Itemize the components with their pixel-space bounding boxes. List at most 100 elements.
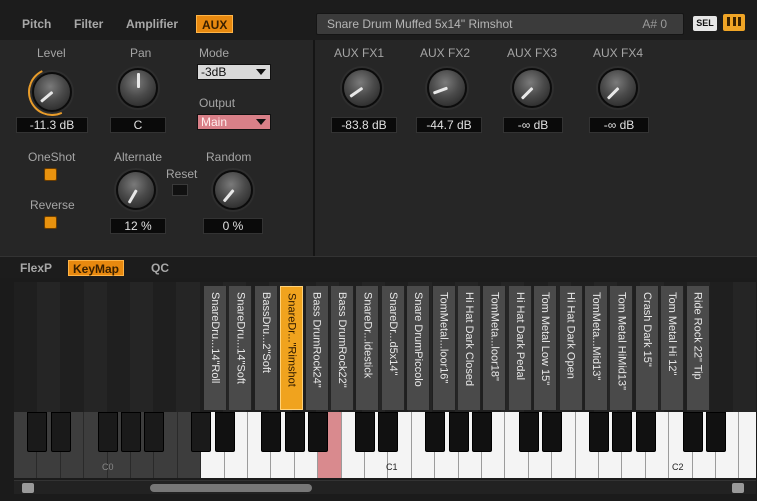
- keymap-sample[interactable]: SnareDr...idestick: [356, 286, 380, 410]
- aux-fx1-label: AUX FX1: [334, 46, 385, 60]
- keymap-sample[interactable]: Snare DrumPiccolo: [407, 286, 431, 410]
- black-key[interactable]: [448, 412, 469, 452]
- aux-fx2-value[interactable]: -44.7 dB: [416, 117, 482, 133]
- keymap-sample[interactable]: TomMeta...Mid13": [585, 286, 608, 410]
- keymap-sample[interactable]: Tom Metal Low 15": [534, 286, 558, 410]
- random-knob[interactable]: [213, 170, 253, 210]
- black-key[interactable]: [589, 412, 609, 452]
- aux-fx3-knob[interactable]: [512, 68, 552, 108]
- black-key[interactable]: [472, 412, 492, 452]
- black-key[interactable]: [50, 412, 71, 452]
- key-lane: [106, 282, 130, 412]
- black-key[interactable]: [425, 412, 446, 452]
- scroll-right-icon[interactable]: [732, 483, 744, 493]
- keymap-sample[interactable]: Tom Metal Hi 12": [661, 286, 685, 410]
- midi-icon[interactable]: [723, 14, 745, 31]
- keymap-sample-label: SnareDr...idestick: [361, 292, 374, 379]
- scrollbar-thumb[interactable]: [150, 484, 312, 492]
- oneshot-toggle[interactable]: [44, 168, 57, 181]
- aux-fx2-knob[interactable]: [427, 68, 467, 108]
- tab-pitch[interactable]: Pitch: [22, 15, 51, 33]
- keymap-sample-label: Snare DrumPiccolo: [412, 292, 425, 387]
- black-key[interactable]: [706, 412, 726, 452]
- alternate-knob[interactable]: [116, 170, 156, 210]
- keymap-sample[interactable]: SnareDr...d5x14": [381, 286, 405, 410]
- alternate-value[interactable]: 12 %: [110, 218, 166, 234]
- keymap-sample-label: SnareDru...14"Soft: [234, 292, 247, 384]
- keymap-sample[interactable]: BassDru...2"Soft: [254, 286, 278, 410]
- aux-fx1-value[interactable]: -83.8 dB: [331, 117, 397, 133]
- black-key[interactable]: [542, 412, 563, 452]
- black-key[interactable]: [682, 412, 703, 452]
- tab-aux[interactable]: AUX: [196, 15, 234, 33]
- pan-knob[interactable]: [118, 68, 158, 108]
- keymap-sample[interactable]: Hi Hat Dark Pedal: [508, 286, 532, 410]
- aux-fx3-value[interactable]: -∞ dB: [503, 117, 563, 133]
- keymap-sample[interactable]: SnareDru...14"Soft: [229, 286, 253, 410]
- keymap-sample[interactable]: Hi Hat Dark Closed: [458, 286, 481, 410]
- aux-fx4-knob[interactable]: [598, 68, 638, 108]
- keymap-sample[interactable]: SnareDr..."Rimshot: [280, 286, 304, 410]
- sel-button[interactable]: SEL: [693, 16, 717, 31]
- output-dropdown[interactable]: Main: [197, 114, 271, 130]
- chevron-down-icon: [256, 69, 266, 75]
- reset-label: Reset: [166, 167, 198, 181]
- keymap-sample-label: TomMeta...loor18": [488, 292, 501, 381]
- black-key[interactable]: [144, 412, 165, 452]
- random-value[interactable]: 0 %: [203, 218, 263, 234]
- level-knob[interactable]: [32, 72, 72, 112]
- aux-fx4-value[interactable]: -∞ dB: [589, 117, 649, 133]
- pan-value[interactable]: C: [110, 117, 166, 133]
- keymap-sample[interactable]: Tom Metal HiMid13": [610, 286, 634, 410]
- mode-label: Mode: [199, 46, 230, 60]
- chevron-down-icon: [256, 119, 266, 125]
- tab-keymap[interactable]: KeyMap: [68, 260, 125, 276]
- keymap-sample-label: Tom Metal Hi 12": [666, 292, 679, 376]
- keymap-sample[interactable]: TomMeta...loor18": [483, 286, 507, 410]
- black-key[interactable]: [612, 412, 633, 452]
- tab-qc[interactable]: QC: [151, 260, 169, 276]
- keymap-sample-label: SnareDr...d5x14": [386, 292, 399, 376]
- tab-flexp[interactable]: FlexP: [20, 260, 52, 276]
- keymap-sample-label: Tom Metal HiMid13": [615, 292, 628, 391]
- key-lane: [60, 282, 84, 412]
- keymap-sample-label: Ride Rock 22" Tip: [691, 292, 704, 380]
- reset-button[interactable]: [172, 184, 188, 196]
- mode-dropdown[interactable]: -3dB: [197, 64, 271, 80]
- black-key[interactable]: [308, 412, 329, 452]
- keymap-sample-label: Hi Hat Dark Open: [564, 292, 577, 379]
- black-key[interactable]: [27, 412, 48, 452]
- keymap-sample-label: TomMeta...Mid13": [590, 292, 602, 381]
- aux-fx1-knob[interactable]: [342, 68, 382, 108]
- black-key[interactable]: [214, 412, 235, 452]
- white-key[interactable]: [739, 412, 756, 478]
- output-label: Output: [199, 96, 236, 110]
- keymap-sample[interactable]: Ride Rock 22" Tip: [686, 286, 710, 410]
- reverse-toggle[interactable]: [44, 216, 57, 229]
- key-lane: [733, 282, 756, 412]
- black-key[interactable]: [191, 412, 212, 452]
- keymap-sample[interactable]: Hi Hat Dark Open: [559, 286, 583, 410]
- keymap-sample-label: Tom Metal Low 15": [539, 292, 552, 386]
- keymap-sample[interactable]: SnareDru...14"Roll: [204, 286, 227, 410]
- black-key[interactable]: [518, 412, 539, 452]
- keymap-sample[interactable]: Bass DrumRock24": [305, 286, 329, 410]
- tab-filter[interactable]: Filter: [74, 15, 103, 33]
- black-key[interactable]: [121, 412, 141, 452]
- black-key[interactable]: [261, 412, 282, 452]
- keymap-sample[interactable]: Crash Dark 15": [635, 286, 659, 410]
- keymap-sample-label: SnareDr..."Rimshot: [285, 293, 298, 387]
- black-key[interactable]: [97, 412, 118, 452]
- edit-tabbar: Pitch Filter Amplifier AUX Snare Drum Mu…: [0, 0, 757, 40]
- black-key[interactable]: [355, 412, 375, 452]
- black-key[interactable]: [635, 412, 656, 452]
- scroll-left-icon[interactable]: [22, 483, 34, 493]
- keymap-sample[interactable]: TomMetal...loor16": [432, 286, 456, 410]
- tab-amplifier[interactable]: Amplifier: [126, 15, 178, 33]
- keymap-sample[interactable]: Bass DrumRock22": [331, 286, 354, 410]
- black-key[interactable]: [284, 412, 305, 452]
- black-key[interactable]: [378, 412, 399, 452]
- level-value[interactable]: -11.3 dB: [16, 117, 88, 133]
- key-lane: [176, 282, 200, 412]
- keymap-scrollbar[interactable]: [14, 480, 756, 494]
